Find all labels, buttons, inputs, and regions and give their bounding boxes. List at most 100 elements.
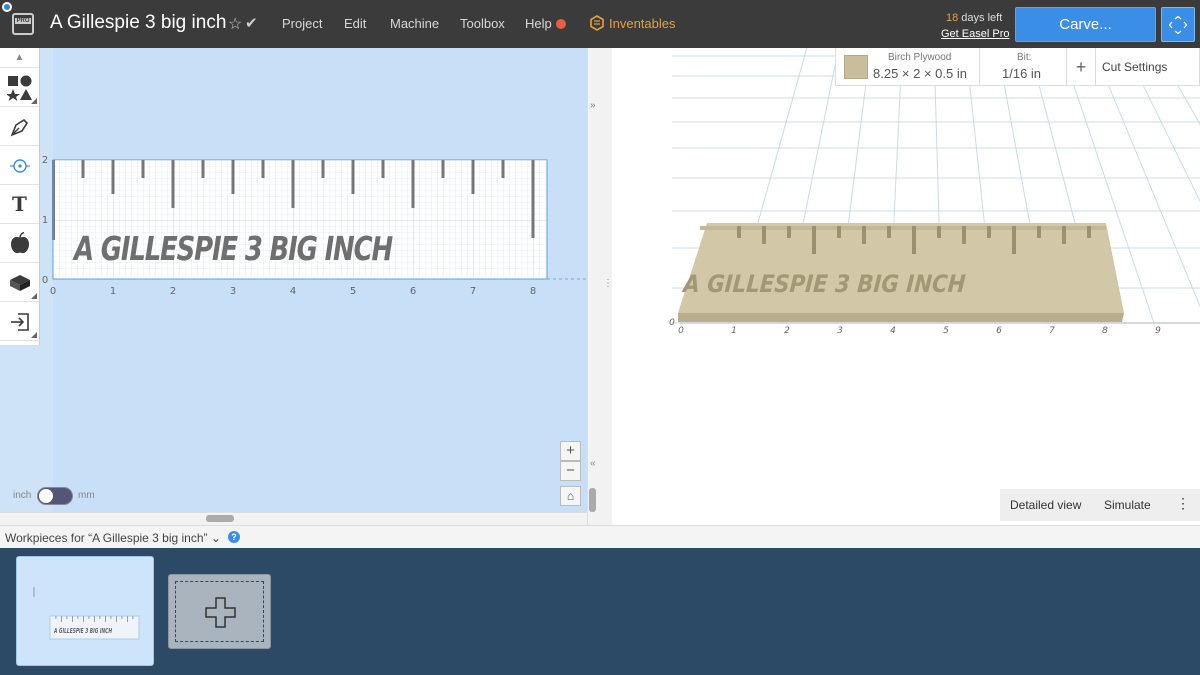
material-swatch[interactable] <box>844 55 868 79</box>
zoom-out-button[interactable]: − <box>560 461 581 481</box>
x-tick-label: 2 <box>170 286 176 297</box>
x-tick-label-3d: 8 <box>1102 326 1108 336</box>
workpiece-preview: A GILLESPIE 3 BIG INCH <box>33 587 140 640</box>
more-options-icon[interactable]: ⋮ <box>1176 495 1190 512</box>
preview-3d[interactable]: A GILLESPIE 3 BIG INCH 0 1 2 3 4 5 6 7 8 9 0 <box>612 47 1200 525</box>
workpiece-thumbnail[interactable]: A GILLESPIE 3 BIG INCH <box>16 556 154 666</box>
preview-slot <box>1087 226 1091 238</box>
detailed-view-button[interactable]: Detailed view <box>1010 498 1081 512</box>
preview-slot <box>987 226 991 238</box>
thumb-tick <box>88 616 90 619</box>
workpieces-header: Workpieces for “A Gillespie 3 big inch” … <box>0 525 1200 548</box>
menu-inventables[interactable]: Inventables <box>609 16 676 31</box>
design-text[interactable]: A GILLESPIE 3 BIG INCH <box>72 229 395 268</box>
x-tick-label-3d: 5 <box>943 326 949 336</box>
apps-menu-indicator <box>31 293 37 299</box>
pen-tool[interactable] <box>0 107 39 146</box>
import-tool[interactable] <box>0 302 39 341</box>
home-view-button[interactable]: ⌂ <box>560 486 581 506</box>
add-workpiece-button[interactable] <box>168 574 271 649</box>
workpiece-thumb-text: A GILLESPIE 3 BIG INCH <box>53 627 112 635</box>
x-tick-label: 5 <box>350 286 356 297</box>
thumb-tick <box>66 616 68 619</box>
get-pro-link[interactable]: Get Easel Pro <box>941 28 1009 40</box>
text-tool[interactable]: T <box>0 185 39 224</box>
apps-icon <box>9 275 30 291</box>
y-axis-ticks: 0 1 2 <box>42 155 48 286</box>
x-tick-label-3d: 0 <box>678 326 684 336</box>
bit-label: Bit: <box>1017 52 1032 63</box>
preview-slot <box>962 226 966 244</box>
unit-mm-label: mm <box>78 490 95 501</box>
x-tick-label: 0 <box>50 286 56 297</box>
bit-selector[interactable]: Bit: 1/16 in <box>979 48 1067 86</box>
ruler-tick <box>321 160 325 178</box>
thumb-tick <box>55 616 57 619</box>
x-tick-label: 8 <box>530 286 536 297</box>
tool-menu-indicator <box>31 98 37 104</box>
pen-icon <box>10 118 28 137</box>
thumb-tick <box>77 616 79 619</box>
chevron-down-icon: ⌄ <box>210 531 221 545</box>
x-tick-label-3d: 4 <box>890 326 896 336</box>
ruler-tick <box>501 160 505 178</box>
zoom-in-button[interactable]: + <box>560 441 581 461</box>
x-tick-label: 3 <box>230 286 236 297</box>
y-tick-label-3d: 0 <box>669 318 675 328</box>
x-tick-label: 7 <box>470 286 476 297</box>
expand-right-icon[interactable]: » <box>590 100 596 111</box>
ruler-tick <box>441 160 445 178</box>
x-tick-label-3d: 7 <box>1049 326 1055 336</box>
preview-slot <box>887 226 891 238</box>
icons-tool[interactable] <box>0 224 39 263</box>
preview-3d-text: A GILLESPIE 3 BIG INCH <box>681 270 967 298</box>
help-icon[interactable]: ? <box>228 531 240 543</box>
apps-tool[interactable] <box>0 263 39 302</box>
horizontal-scroll-thumb[interactable] <box>206 515 234 522</box>
simulate-button[interactable]: Simulate <box>1104 498 1151 512</box>
preview-slot <box>812 226 816 254</box>
point-tool[interactable] <box>0 146 39 185</box>
y-tick-label: 2 <box>42 155 48 166</box>
add-bit-button[interactable]: + <box>1067 48 1096 86</box>
x-tick-label-3d: 9 <box>1155 326 1161 336</box>
preview-slot <box>862 226 866 244</box>
ruler-tick <box>141 160 145 178</box>
horizontal-scrollbar[interactable] <box>0 512 600 525</box>
ruler-tick <box>531 160 535 238</box>
plus-icon <box>205 597 236 628</box>
canvas-scroll-gutter: » « <box>587 48 600 525</box>
preview-slot <box>762 226 766 244</box>
carve-button[interactable]: Carve... <box>1015 7 1156 42</box>
preview-slot <box>837 226 841 238</box>
thumb-tick <box>121 616 123 619</box>
easel-app: PRO A Gillespie 3 big inch ☆ ✔ Project E… <box>0 0 1200 675</box>
ruler-tick <box>381 160 385 178</box>
thumb-tick <box>61 616 62 622</box>
shapes-tool[interactable] <box>0 68 39 107</box>
thumb-tick <box>116 616 117 622</box>
collapse-toolbar-button[interactable]: ▲ <box>0 48 39 68</box>
bit-value: 1/16 in <box>1002 66 1042 81</box>
material-name[interactable]: Birch Plywood <box>888 52 951 63</box>
ruler-tick <box>471 160 475 194</box>
cut-settings-button[interactable]: Cut Settings <box>1102 60 1167 74</box>
collapse-left-icon[interactable]: « <box>590 458 596 469</box>
machine-position-button[interactable] <box>1161 7 1195 42</box>
workpieces-title[interactable]: Workpieces for “A Gillespie 3 big inch” … <box>5 531 221 545</box>
x-tick-label-3d: 3 <box>837 326 843 336</box>
unit-toggle[interactable] <box>37 487 73 505</box>
ruler-tick <box>351 160 355 194</box>
material-dimensions[interactable]: 8.25 × 2 × 0.5 in <box>873 66 967 81</box>
preview-slot <box>787 226 791 238</box>
vertical-scroll-thumb[interactable] <box>589 488 596 512</box>
preview-slot <box>1037 226 1041 238</box>
view-controls: Detailed view Simulate ⋮ <box>1000 489 1200 521</box>
apple-icon <box>10 231 29 254</box>
panel-divider[interactable]: ⋮ <box>600 48 613 525</box>
ruler-tick <box>171 160 175 208</box>
preview-slot <box>1012 226 1016 254</box>
ruler-tick <box>111 160 115 194</box>
preview-slot <box>937 226 941 238</box>
thumb-tick <box>94 616 95 622</box>
